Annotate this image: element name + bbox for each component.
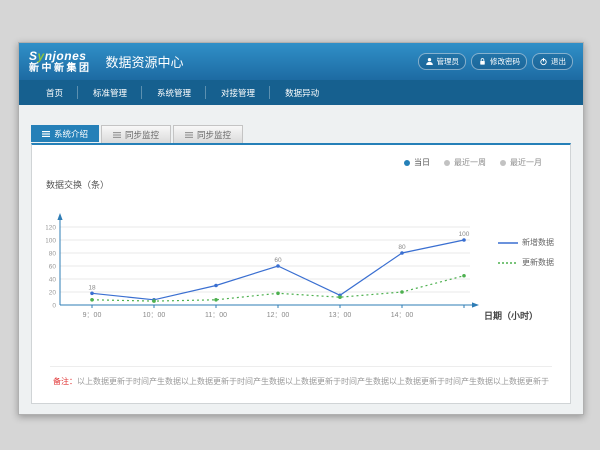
svg-text:13：00: 13：00 <box>329 312 352 319</box>
change-password-label: 修改密码 <box>490 56 520 67</box>
legend-label: 更新数据 <box>522 257 554 268</box>
filter-label: 最近一周 <box>454 157 486 168</box>
svg-text:120: 120 <box>46 224 56 231</box>
admin-user-label: 管理员 <box>437 56 460 67</box>
time-range-filter: 当日 最近一周 最近一月 <box>404 157 542 168</box>
tab-bar: 系统介绍 同步监控 同步监控 <box>19 105 583 143</box>
admin-user-button[interactable]: 管理员 <box>418 53 467 70</box>
svg-text:9：00: 9：00 <box>83 312 102 319</box>
chart-y-axis-title: 数据交换（条） <box>46 178 109 191</box>
filter-last-month[interactable]: 最近一月 <box>500 157 542 168</box>
brand-logo-text: Synjones <box>29 50 92 62</box>
tab-label: 同步监控 <box>125 129 159 141</box>
svg-text:18: 18 <box>88 284 96 291</box>
nav-item-data-changes[interactable]: 数据异动 <box>270 80 334 105</box>
legend-label: 新增数据 <box>522 237 554 248</box>
header-button-group: 管理员 修改密码 退出 <box>418 53 574 70</box>
main-nav: 首页 标准管理 系统管理 对接管理 数据异动 <box>19 80 583 105</box>
svg-text:80: 80 <box>398 244 406 251</box>
tab-label: 同步监控 <box>197 129 231 141</box>
svg-text:0: 0 <box>52 302 56 309</box>
legend-item-new-data[interactable]: 新增数据 <box>498 237 554 248</box>
filter-label: 最近一月 <box>510 157 542 168</box>
svg-text:11：00: 11：00 <box>205 312 227 319</box>
tab-sync-monitor-1[interactable]: 同步监控 <box>101 125 171 143</box>
user-icon <box>425 57 434 66</box>
brand-logo-subtext: 新中新集团 <box>29 64 92 74</box>
filter-today[interactable]: 当日 <box>404 157 430 168</box>
svg-text:40: 40 <box>49 276 57 283</box>
svg-text:100: 100 <box>459 231 470 238</box>
svg-text:14：00: 14：00 <box>391 312 414 319</box>
svg-text:60: 60 <box>274 257 282 264</box>
svg-text:20: 20 <box>49 289 57 296</box>
nav-item-system-mgmt[interactable]: 系统管理 <box>142 80 206 105</box>
chart-series-legend: 新增数据 更新数据 <box>498 237 554 268</box>
power-icon <box>539 57 548 66</box>
svg-text:12：00: 12：00 <box>267 312 290 319</box>
svg-text:10：00: 10：00 <box>143 312 166 319</box>
svg-text:80: 80 <box>49 250 57 257</box>
tab-label: 系统介绍 <box>54 128 88 140</box>
svg-text:60: 60 <box>49 263 57 270</box>
nav-item-standard-mgmt[interactable]: 标准管理 <box>78 80 142 105</box>
legend-line-sample-icon <box>498 260 518 266</box>
list-icon <box>185 131 193 139</box>
app-window: Synjones 新中新集团 数据资源中心 管理员 修改密码 退出 <box>18 42 584 415</box>
logout-button[interactable]: 退出 <box>532 53 573 70</box>
footnote-prefix: 备注： <box>53 377 77 386</box>
filter-last-week[interactable]: 最近一周 <box>444 157 486 168</box>
radio-dot-icon <box>404 160 410 166</box>
footnote: 备注：以上数据更新于时间产生数据以上数据更新于时间产生数据以上数据更新于时间产生… <box>50 366 552 387</box>
nav-item-interface-mgmt[interactable]: 对接管理 <box>206 80 270 105</box>
app-header: Synjones 新中新集团 数据资源中心 管理员 修改密码 退出 <box>19 43 583 80</box>
tab-sync-monitor-2[interactable]: 同步监控 <box>173 125 243 143</box>
legend-line-sample-icon <box>498 240 518 246</box>
list-icon <box>42 130 50 138</box>
filter-label: 当日 <box>414 157 430 168</box>
radio-dot-icon <box>444 160 450 166</box>
logout-label: 退出 <box>551 56 566 67</box>
nav-item-home[interactable]: 首页 <box>31 80 78 105</box>
tab-system-intro[interactable]: 系统介绍 <box>31 125 99 142</box>
svg-text:100: 100 <box>46 237 56 244</box>
lock-icon <box>478 57 487 66</box>
brand-logo: Synjones 新中新集团 <box>29 50 92 74</box>
footnote-text: 以上数据更新于时间产生数据以上数据更新于时间产生数据以上数据更新于时间产生数据以… <box>77 377 549 386</box>
radio-dot-icon <box>500 160 506 166</box>
change-password-button[interactable]: 修改密码 <box>471 53 527 70</box>
legend-item-updated-data[interactable]: 更新数据 <box>498 257 554 268</box>
chart-panel: 当日 最近一周 最近一月 数据交换（条） 0 20 40 60 80 100 120 9：00… <box>31 143 571 404</box>
line-chart: 0 20 40 60 80 100 120 9：00 10：00 11：00 12：00 13：00 1… <box>46 205 516 327</box>
chart-x-axis-title: 日期（小时） <box>484 309 538 322</box>
list-icon <box>113 131 121 139</box>
page-title: 数据资源中心 <box>106 52 418 71</box>
